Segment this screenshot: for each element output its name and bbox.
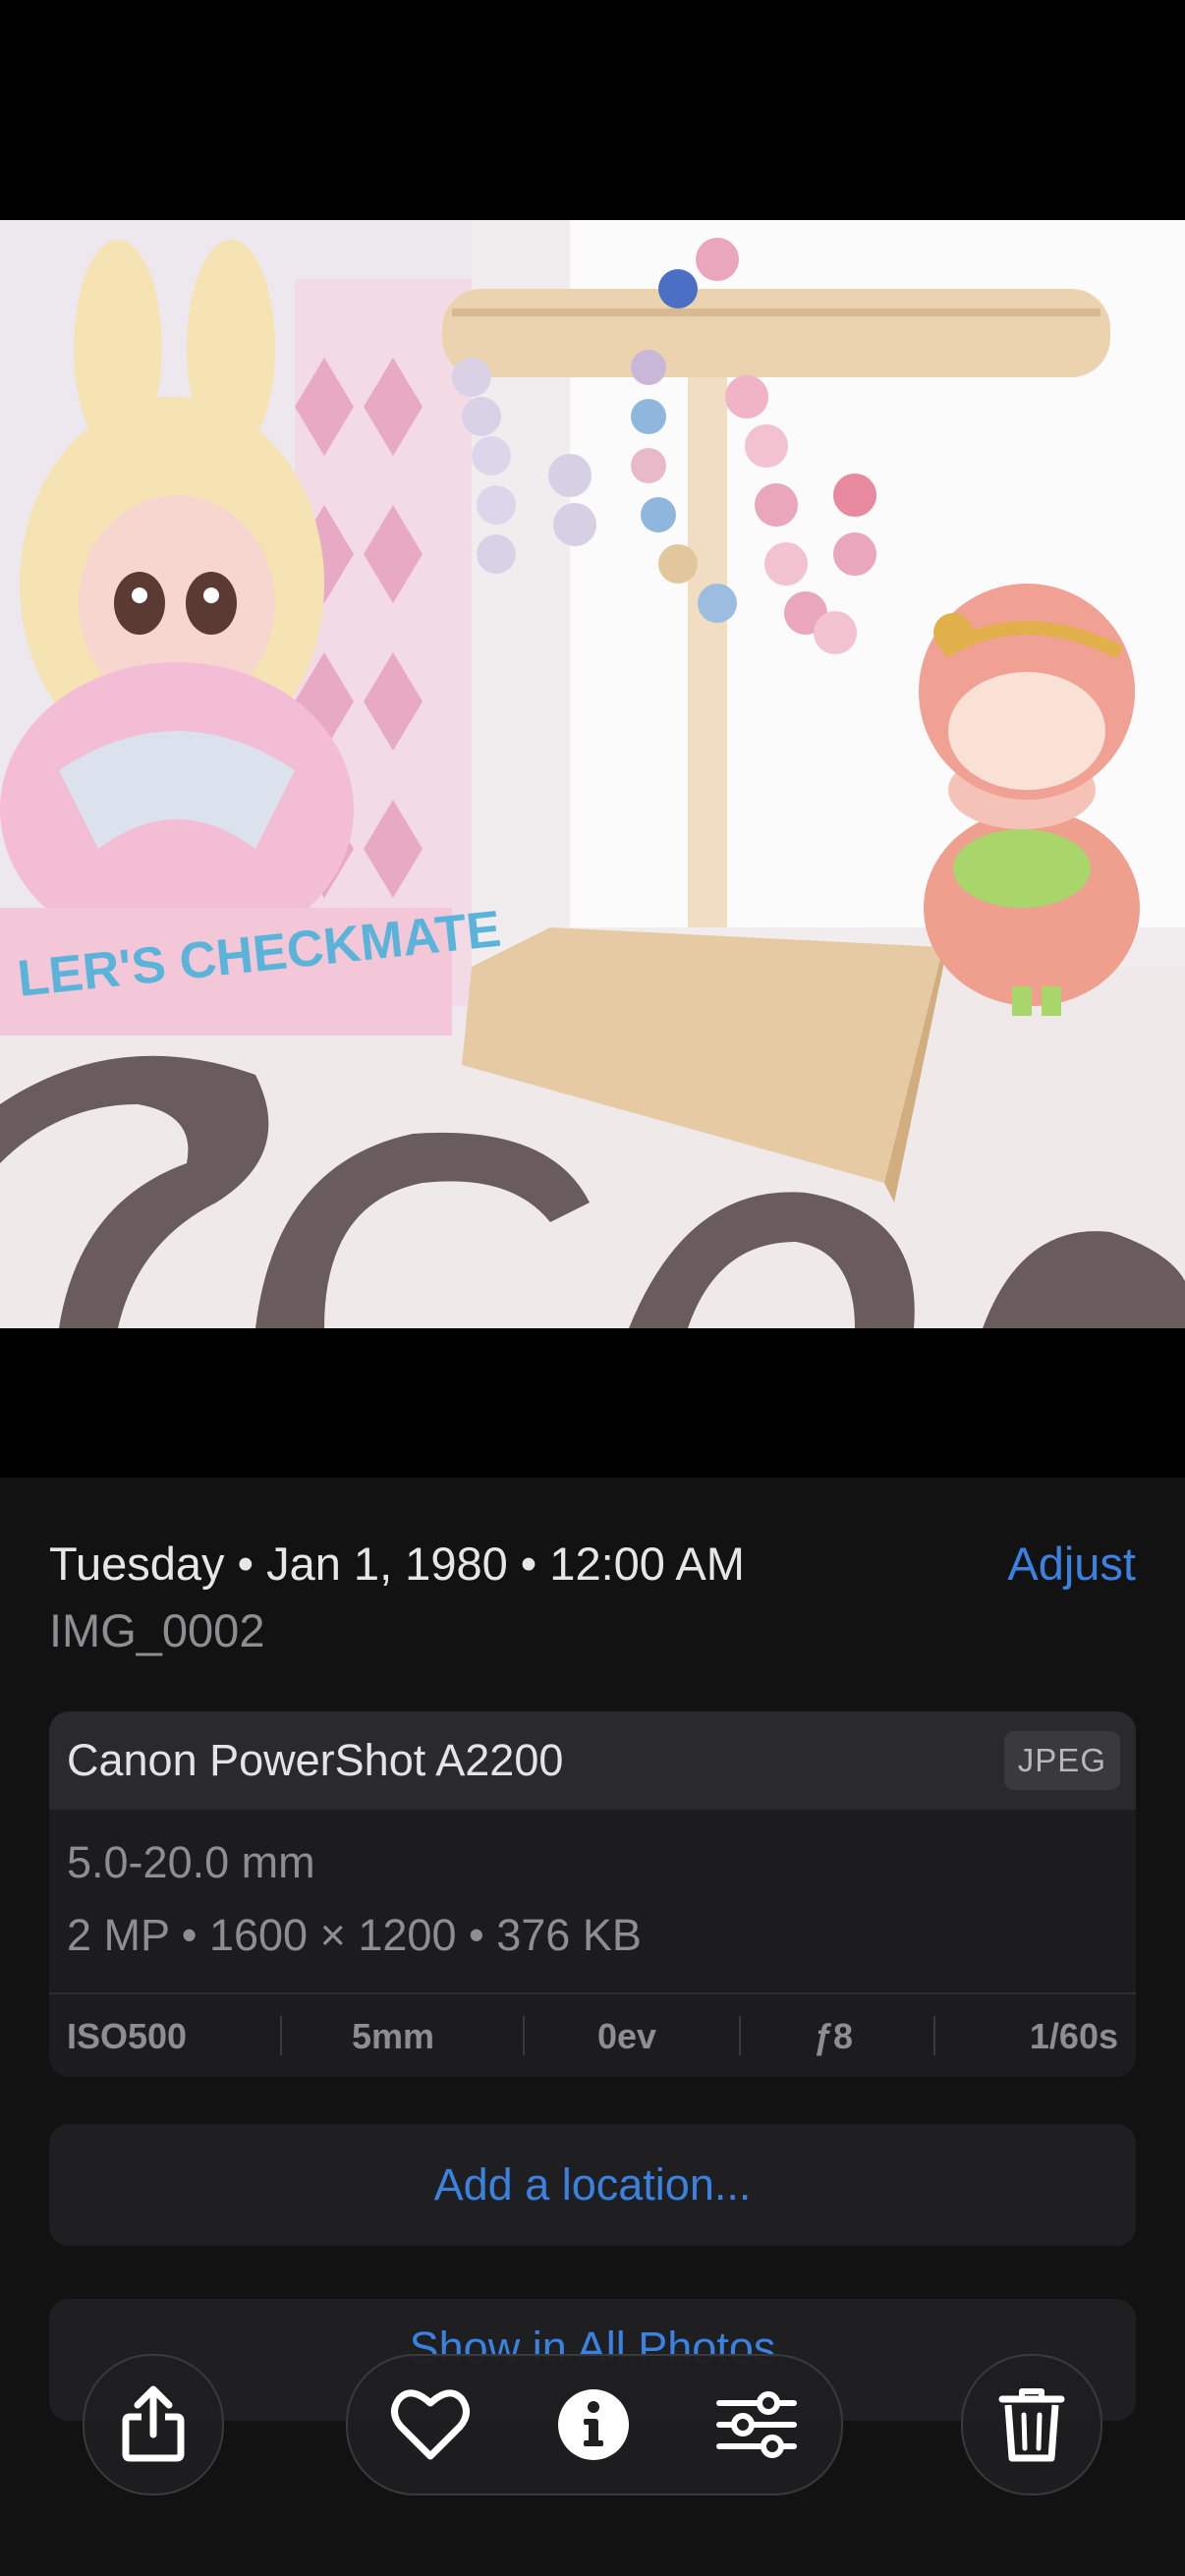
camera-info-card: Canon PowerShot A2200 JPEG 5.0-20.0 mm 2… bbox=[49, 1711, 1136, 2077]
exif-aperture: ƒ8 bbox=[814, 2016, 854, 2056]
exif-divider bbox=[933, 2016, 935, 2055]
photo-filename: IMG_0002 bbox=[49, 1604, 265, 1656]
camera-card-header: Canon PowerShot A2200 JPEG bbox=[49, 1711, 1136, 1810]
camera-model: Canon PowerShot A2200 bbox=[67, 1735, 564, 1785]
info-button[interactable] bbox=[550, 2381, 637, 2468]
adjust-date-button[interactable]: Adjust bbox=[1007, 1537, 1136, 1591]
share-icon bbox=[122, 2385, 185, 2462]
photo-image[interactable]: LER'S CHECKMATE bbox=[0, 220, 1185, 1328]
sliders-icon bbox=[716, 2391, 797, 2458]
favorite-button[interactable] bbox=[387, 2381, 474, 2468]
share-button[interactable] bbox=[83, 2354, 224, 2495]
heart-icon bbox=[391, 2389, 470, 2460]
photo-date: Tuesday • Jan 1, 1980 • 12:00 AM bbox=[49, 1538, 745, 1590]
delete-button[interactable] bbox=[961, 2354, 1102, 2495]
exif-focal-length: 5mm bbox=[352, 2016, 435, 2056]
exif-iso: ISO500 bbox=[67, 2016, 188, 2056]
exif-row: ISO500 5mm 0ev ƒ8 1/60s bbox=[49, 1992, 1136, 2077]
exif-exposure: 0ev bbox=[597, 2016, 657, 2056]
info-icon bbox=[558, 2389, 629, 2460]
image-specs: 2 MP • 1600 × 1200 • 376 KB bbox=[67, 1910, 642, 1960]
exif-divider bbox=[739, 2016, 741, 2055]
lens-info: 5.0-20.0 mm bbox=[67, 1837, 315, 1887]
exif-divider bbox=[523, 2016, 525, 2055]
edit-button[interactable] bbox=[713, 2381, 800, 2468]
exif-shutter: 1/60s bbox=[1029, 2016, 1118, 2056]
photo-actions-group bbox=[346, 2354, 843, 2495]
photo-viewer-screen: LER'S CHECKMATE Tuesday • Jan 1, 1980 • … bbox=[0, 0, 1185, 2576]
format-badge: JPEG bbox=[1003, 1731, 1120, 1790]
exif-divider bbox=[280, 2016, 282, 2055]
date-row: Tuesday • Jan 1, 1980 • 12:00 AM Adjust bbox=[49, 1527, 1136, 1596]
add-location-button[interactable]: Add a location... bbox=[49, 2124, 1136, 2246]
trash-icon bbox=[998, 2388, 1065, 2462]
